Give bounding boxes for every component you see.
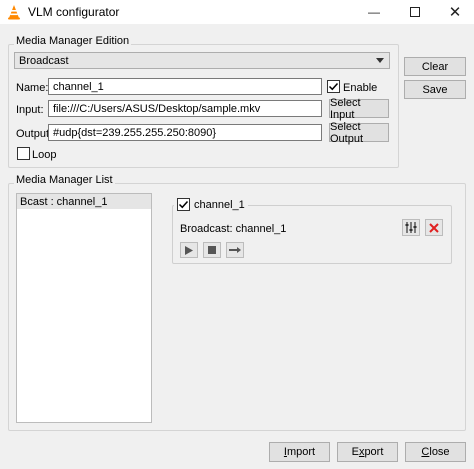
checkmark-icon <box>178 200 189 209</box>
stop-icon[interactable] <box>203 242 221 258</box>
card-header: channel_1 <box>174 198 248 211</box>
enable-checkbox[interactable] <box>327 80 340 93</box>
minimize-icon[interactable]: — <box>357 0 391 24</box>
loop-checkbox[interactable] <box>17 147 30 160</box>
maximize-icon[interactable] <box>398 0 432 24</box>
delete-icon[interactable] <box>425 219 443 236</box>
select-output-button[interactable]: Select Output <box>329 121 389 145</box>
select-input-button[interactable]: Select Input <box>329 97 389 121</box>
list-group-title: Media Manager List <box>14 174 115 186</box>
card-enable-checkbox[interactable] <box>177 198 190 211</box>
input-label: Input: <box>16 104 44 116</box>
input-field[interactable]: file:///C:/Users/ASUS/Desktop/sample.mkv <box>48 100 322 117</box>
vlc-cone-icon <box>8 5 20 20</box>
export-label: Export <box>351 446 384 458</box>
settings-sliders-icon[interactable] <box>402 219 420 236</box>
checkmark-icon <box>328 82 339 91</box>
import-button[interactable]: Import <box>269 442 330 462</box>
window-title: VLM configurator <box>28 5 120 19</box>
play-icon[interactable] <box>180 242 198 258</box>
media-list[interactable]: Bcast : channel_1 <box>16 193 152 423</box>
name-field[interactable]: channel_1 <box>48 78 322 95</box>
broadcast-label: Broadcast: channel_1 <box>180 223 287 235</box>
edition-group-title: Media Manager Edition <box>14 35 132 47</box>
card-name: channel_1 <box>194 198 245 211</box>
enable-label: Enable <box>343 82 378 94</box>
close-label: Close <box>421 446 450 458</box>
import-label: Import <box>283 446 316 458</box>
output-field[interactable]: #udp{dst=239.255.255.250:8090} <box>48 124 322 141</box>
mode-select[interactable]: Broadcast <box>14 52 390 69</box>
list-item[interactable]: Bcast : channel_1 <box>17 194 151 209</box>
export-button[interactable]: Export <box>337 442 398 462</box>
mode-select-value: Broadcast <box>19 54 69 67</box>
close-button[interactable]: Close <box>405 442 466 462</box>
clear-button[interactable]: Clear <box>404 57 466 76</box>
output-label: Output: <box>16 128 53 140</box>
save-button[interactable]: Save <box>404 80 466 99</box>
name-label: Name: <box>16 82 49 94</box>
loop-label: Loop <box>32 149 57 161</box>
seek-forward-icon[interactable] <box>226 242 244 258</box>
chevron-down-icon <box>376 58 384 63</box>
close-icon[interactable]: ✕ <box>438 0 472 24</box>
